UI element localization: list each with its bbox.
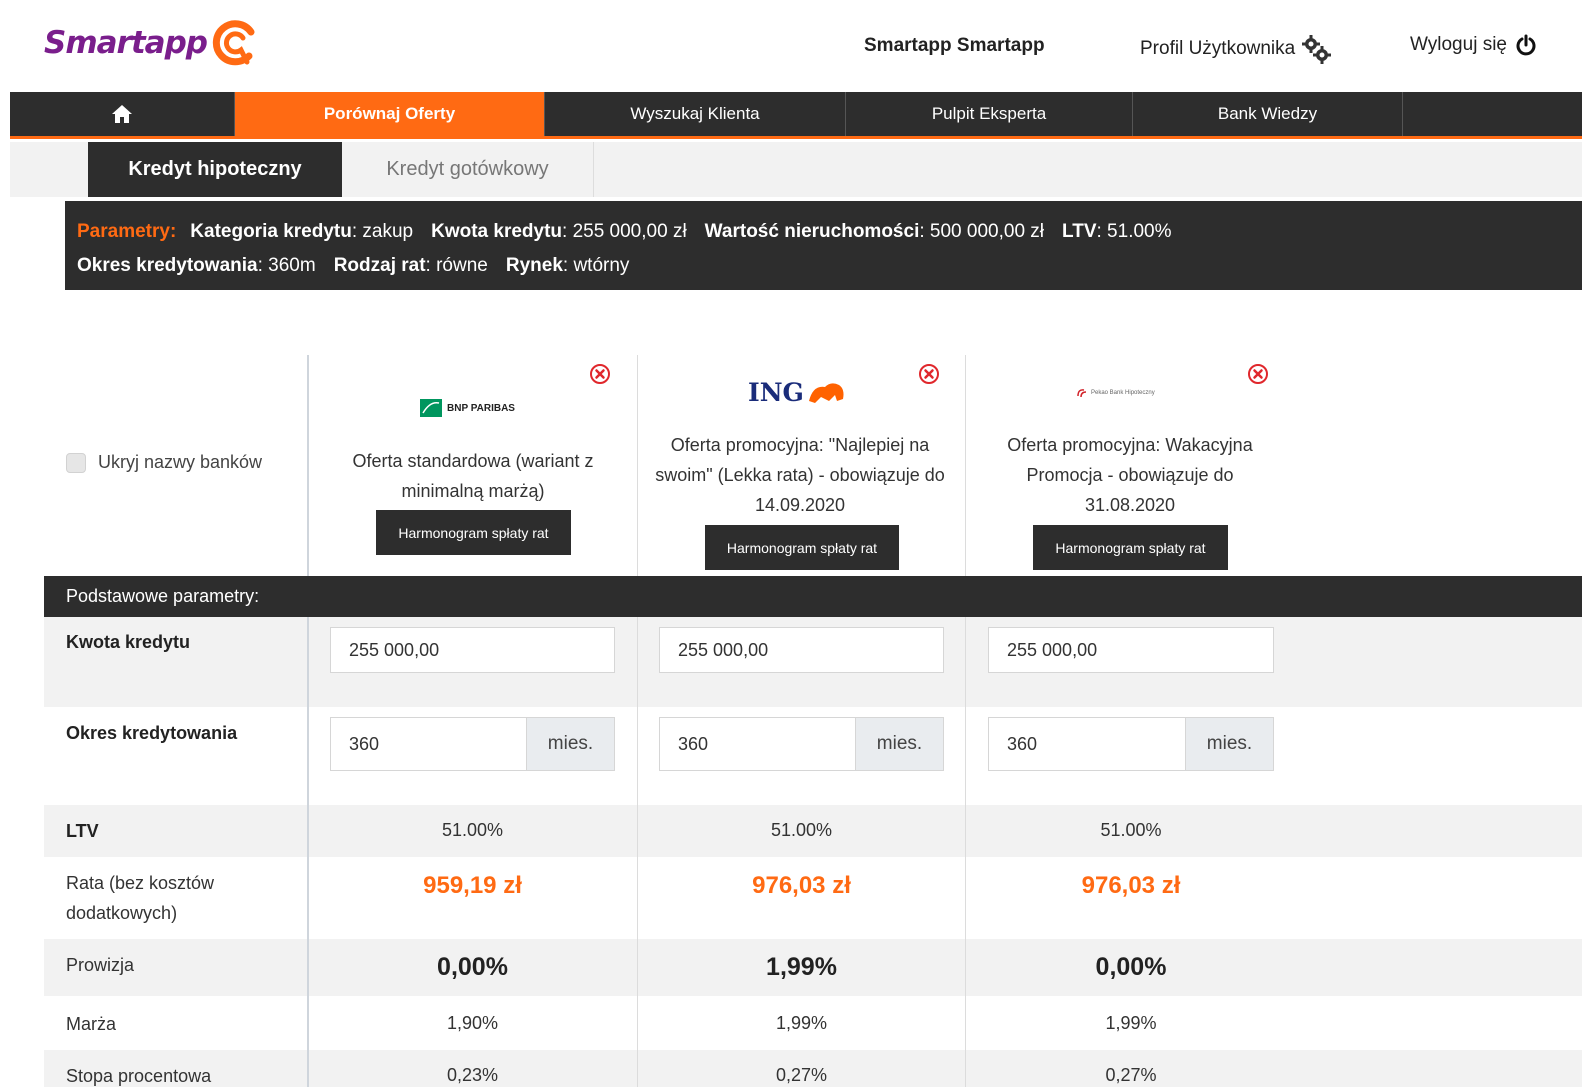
- marza-value: 1,90%: [446, 1013, 499, 1033]
- param-ltv-value: : 51.00%: [1096, 221, 1172, 242]
- kwota-input[interactable]: 255 000,00: [330, 627, 615, 673]
- nav-porownaj-oferty[interactable]: Porównaj Oferty: [235, 92, 545, 136]
- params-title: Parametry:: [77, 221, 177, 242]
- column-divider: [307, 617, 309, 1087]
- stopa-value: 0,27%: [775, 1065, 828, 1085]
- remove-offer-close-icon[interactable]: [589, 363, 611, 385]
- ing-logo-text: ING: [748, 377, 804, 407]
- unit-addon: mies.: [526, 718, 614, 770]
- logo-text: Smartapp: [44, 25, 208, 61]
- remove-offer-close-icon[interactable]: [918, 363, 940, 385]
- column-divider: [965, 617, 966, 1087]
- okres-input-group: 360 mies.: [988, 717, 1274, 771]
- marza-value: 1,99%: [775, 1013, 828, 1033]
- home-icon: [112, 105, 132, 123]
- user-name: Smartapp Smartapp: [864, 35, 1045, 56]
- logout-link[interactable]: Wyloguj się: [1410, 34, 1537, 56]
- pekao-logo: Pekao Bank Hipoteczny: [1076, 386, 1155, 400]
- row-label-rata: Rata (bez kosztów dodatkowych): [66, 873, 215, 923]
- logo-swirl-icon: [212, 20, 255, 66]
- ltv-value: 51.00%: [441, 820, 504, 840]
- param-kategoria-label: Kategoria kredytu: [190, 221, 352, 242]
- parameters-bar: Parametry: Kategoria kredytu: zakup Kwota …: [65, 201, 1582, 290]
- param-wartosc-value: : 500 000,00 zł: [919, 221, 1045, 242]
- params-line-2: Okres kredytowania: 360m Rodzaj rat: równ…: [77, 249, 1582, 283]
- ltv-value: 51.00%: [1100, 820, 1162, 840]
- profile-link[interactable]: Profil Użytkownika: [1140, 34, 1332, 64]
- param-okres-label: Okres kredytowania: [77, 255, 258, 276]
- harmonogram-button[interactable]: Harmonogram spłaty rat: [1033, 525, 1228, 570]
- prowizja-value: 1,99%: [766, 953, 837, 981]
- checkbox-box[interactable]: [66, 452, 86, 473]
- okres-input-group: 360 mies.: [659, 717, 944, 771]
- section-header-podstawowe: Podstawowe parametry:: [44, 576, 1582, 617]
- row-label-okres: Okres kredytowania: [66, 723, 238, 743]
- app-header: Smartapp Smartapp Smartapp Profil Użytko…: [0, 0, 1582, 92]
- hide-bank-names-checkbox[interactable]: Ukryj nazwy banków: [66, 452, 262, 473]
- ltv-value: 51.00%: [770, 820, 833, 840]
- pekao-mark-icon: [1077, 389, 1087, 398]
- gears-icon: [1302, 35, 1332, 64]
- harmonogram-button[interactable]: Harmonogram spłaty rat: [705, 525, 899, 570]
- offer-description: Oferta promocyjna: Wakacyjna Promocja - …: [1007, 435, 1253, 515]
- param-kwota-label: Kwota kredytu: [431, 221, 563, 242]
- param-ltv-label: LTV: [1062, 221, 1097, 242]
- main-nav: Porównaj Oferty Wyszukaj Klienta Pulpit …: [10, 92, 1582, 139]
- unit-addon: mies.: [855, 718, 943, 770]
- param-rynek-label: Rynek: [505, 255, 563, 276]
- prowizja-value: 0,00%: [437, 953, 508, 981]
- param-kategoria-value: : zakup: [351, 221, 414, 242]
- prowizja-value: 0,00%: [1095, 953, 1167, 981]
- rata-value: 976,03 zł: [752, 872, 851, 899]
- nav-wyszukaj-klienta[interactable]: Wyszukaj Klienta: [545, 92, 846, 136]
- okres-input[interactable]: 360: [989, 718, 1185, 770]
- bnp-logo-text: BNP PARIBAS: [447, 402, 515, 414]
- nav-pulpit-eksperta[interactable]: Pulpit Eksperta: [846, 92, 1133, 136]
- nav-bank-wiedzy[interactable]: Bank Wiedzy: [1133, 92, 1403, 136]
- ing-logo: ING: [748, 376, 847, 408]
- profile-label: Profil Użytkownika: [1140, 38, 1296, 59]
- okres-input-group: 360 mies.: [330, 717, 615, 771]
- okres-input[interactable]: 360: [660, 718, 855, 770]
- bnp-paribas-logo: BNP PARIBAS: [420, 398, 515, 418]
- marza-value: 1,99%: [1105, 1013, 1157, 1033]
- row-label-kwota: Kwota kredytu: [66, 632, 191, 652]
- param-kwota-value: : 255 000,00 zł: [562, 221, 687, 242]
- power-icon: [1516, 34, 1536, 56]
- bnp-logo-mark-icon: [420, 399, 442, 417]
- param-okres-value: : 360m: [257, 255, 316, 276]
- stopa-value: 0,27%: [1105, 1065, 1157, 1085]
- remove-offer-close-icon[interactable]: [1247, 363, 1269, 385]
- kwota-input[interactable]: 255 000,00: [659, 627, 944, 673]
- param-wartosc-label: Wartość nieruchomości: [704, 221, 920, 242]
- kwota-input[interactable]: 255 000,00: [988, 627, 1274, 673]
- nav-home[interactable]: [10, 92, 235, 136]
- hide-bank-names-label: Ukryj nazwy banków: [98, 452, 263, 472]
- ing-lion-icon: [808, 383, 844, 403]
- tab-kredyt-gotowkowy[interactable]: Kredyt gotówkowy: [342, 142, 594, 197]
- rata-value: 959,19 zł: [423, 872, 522, 899]
- harmonogram-button[interactable]: Harmonogram spłaty rat: [376, 510, 571, 555]
- param-rodzaj-label: Rodzaj rat: [333, 255, 426, 276]
- rata-value: 976,03 zł: [1081, 872, 1181, 899]
- params-line-1: Parametry: Kategoria kredytu: zakup Kwota …: [77, 215, 1582, 249]
- okres-input[interactable]: 360: [331, 718, 526, 770]
- row-label-ltv: LTV: [66, 821, 99, 841]
- row-label-prowizja: Prowizja: [66, 955, 135, 975]
- column-divider: [637, 617, 638, 1087]
- row-label-marza: Marża: [66, 1014, 117, 1034]
- param-rodzaj-value: : równe: [425, 255, 488, 276]
- unit-addon: mies.: [1185, 718, 1273, 770]
- smartapp-logo[interactable]: Smartapp: [44, 18, 261, 68]
- param-rynek-value: : wtórny: [562, 255, 630, 276]
- offer-description: Oferta promocyjna: "Najlepiej na swoim" …: [655, 435, 945, 515]
- stopa-value: 0,23%: [446, 1065, 499, 1085]
- pekao-logo-text: Pekao Bank Hipoteczny: [1091, 390, 1155, 396]
- logout-label: Wyloguj się: [1410, 34, 1507, 55]
- sub-tabs: Kredyt hipoteczny Kredyt gotówkowy: [10, 142, 1582, 197]
- row-label-stopa: Stopa procentowa: [66, 1066, 212, 1086]
- tab-kredyt-hipoteczny[interactable]: Kredyt hipoteczny: [88, 142, 342, 197]
- offer-description: Oferta standardowa (wariant z minimalną …: [352, 451, 594, 501]
